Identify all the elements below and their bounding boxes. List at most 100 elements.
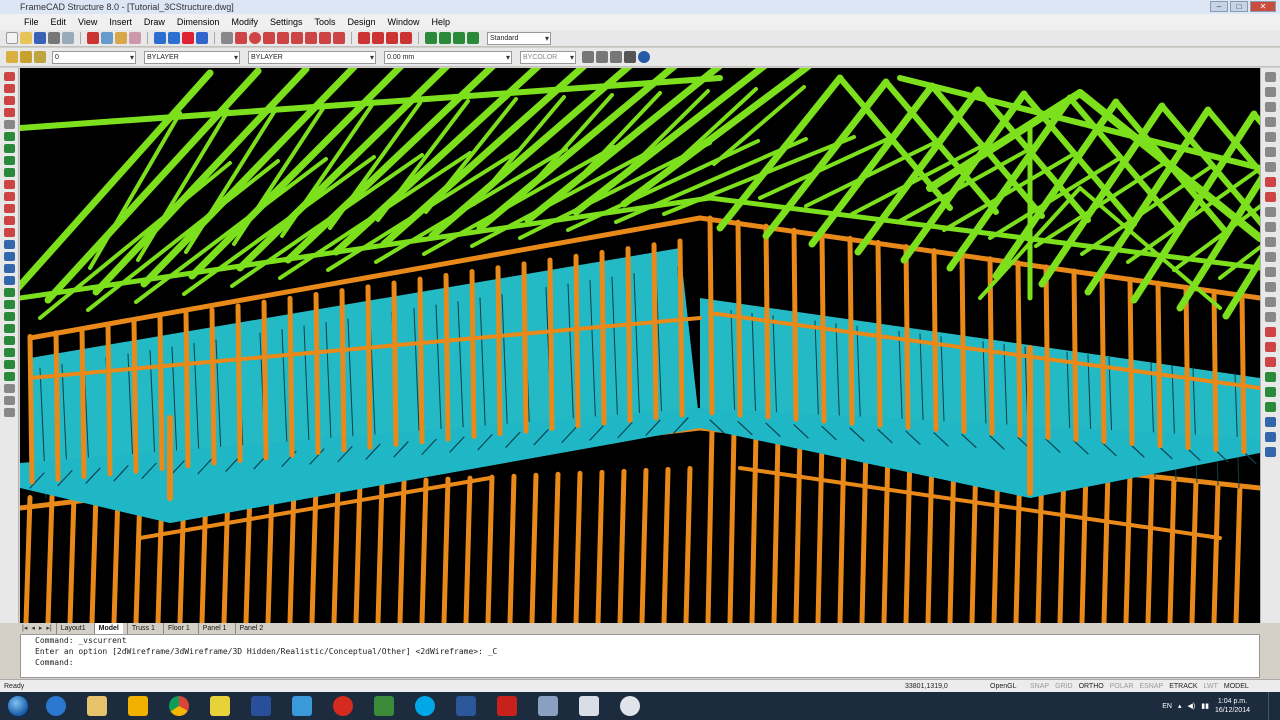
draw-polyline-icon[interactable] <box>3 84 15 93</box>
trim-icon[interactable] <box>358 32 370 44</box>
language-indicator[interactable]: EN <box>1162 703 1172 710</box>
menu-window[interactable]: Window <box>382 14 426 30</box>
block-create-icon[interactable] <box>1265 222 1276 232</box>
shade-icon[interactable] <box>624 51 636 63</box>
zoom-icon[interactable] <box>3 300 15 309</box>
tab-nav-last-icon[interactable]: ▸| <box>46 623 51 634</box>
table-icon[interactable] <box>1265 297 1276 307</box>
menu-design[interactable]: Design <box>342 14 382 30</box>
zoom-extents-icon[interactable] <box>3 336 15 345</box>
redo-icon[interactable] <box>168 32 180 44</box>
close-button[interactable]: ✕ <box>1250 1 1276 12</box>
linetype-combo[interactable]: BYLAYER <box>248 50 376 64</box>
show-desktop-button[interactable] <box>1268 692 1280 720</box>
tolerance-icon[interactable] <box>1265 162 1276 172</box>
dimension-diameter-icon[interactable] <box>1265 132 1276 142</box>
layer-state-icon[interactable] <box>20 51 32 63</box>
extend-icon[interactable] <box>372 32 384 44</box>
tray-up-arrow-icon[interactable]: ▴ <box>1178 702 1182 710</box>
minimize-button[interactable]: – <box>1210 1 1228 12</box>
view-front-icon[interactable] <box>3 360 15 369</box>
command-window[interactable]: Command: _vscurrent Enter an option [2dW… <box>20 634 1260 678</box>
layer-previous-icon[interactable] <box>34 51 46 63</box>
line-icon[interactable] <box>221 32 233 44</box>
new-file-icon[interactable] <box>6 32 18 44</box>
menu-settings[interactable]: Settings <box>264 14 309 30</box>
model-viewport[interactable] <box>20 68 1260 623</box>
materials-icon[interactable] <box>1265 432 1276 442</box>
region-icon[interactable] <box>1265 267 1276 277</box>
intersect-icon[interactable] <box>1265 402 1276 412</box>
taskbar-app[interactable] <box>78 693 116 719</box>
network-icon[interactable]: ▮▮ <box>1201 702 1209 710</box>
cut-icon[interactable] <box>87 32 99 44</box>
truss-tool-icon[interactable] <box>425 32 437 44</box>
ucs-icon[interactable] <box>1265 177 1276 187</box>
copy-icon[interactable] <box>101 32 113 44</box>
paste-icon[interactable] <box>115 32 127 44</box>
lights-icon[interactable] <box>1265 447 1276 457</box>
tab-model[interactable]: Model <box>93 623 123 634</box>
volume-icon[interactable]: ◀) <box>1188 702 1196 710</box>
open-folder-icon[interactable] <box>20 32 32 44</box>
design-tool-icon[interactable] <box>467 32 479 44</box>
rectangle-icon[interactable] <box>263 32 275 44</box>
viewport-icon[interactable] <box>610 51 622 63</box>
measure-icon[interactable] <box>3 396 15 405</box>
command-prompt[interactable]: Command: <box>35 657 1259 668</box>
properties-icon[interactable] <box>3 384 15 393</box>
taskbar-app[interactable] <box>611 693 649 719</box>
render-icon[interactable] <box>638 51 650 63</box>
dimension-linear-icon[interactable] <box>1265 72 1276 82</box>
panel-tool-icon[interactable] <box>439 32 451 44</box>
block-insert-icon[interactable] <box>1265 207 1276 217</box>
named-views-icon[interactable] <box>596 51 608 63</box>
taskbar-app[interactable] <box>365 693 403 719</box>
leader-icon[interactable] <box>1265 147 1276 157</box>
dimension-icon[interactable] <box>333 32 345 44</box>
menu-draw[interactable]: Draw <box>138 14 171 30</box>
plotstyle-combo[interactable]: BYCOLOR <box>520 50 576 64</box>
pan-view-icon[interactable] <box>3 312 15 321</box>
subtract-icon[interactable] <box>1265 387 1276 397</box>
explode-icon[interactable] <box>3 276 15 285</box>
taskbar-app[interactable] <box>529 693 567 719</box>
taskbar-app[interactable] <box>283 693 321 719</box>
color-combo[interactable]: BYLAYER <box>144 50 240 64</box>
maximize-button[interactable]: □ <box>1230 1 1248 12</box>
undo-icon[interactable] <box>154 32 166 44</box>
menu-modify[interactable]: Modify <box>225 14 264 30</box>
save-icon[interactable] <box>34 32 46 44</box>
taskbar-app[interactable] <box>201 693 239 719</box>
image-icon[interactable] <box>1265 252 1276 262</box>
layer-manager-icon[interactable] <box>6 51 18 63</box>
revolve-icon[interactable] <box>1265 357 1276 367</box>
arrow-icon[interactable] <box>182 32 194 44</box>
layer-combo[interactable]: 0 <box>52 50 136 64</box>
dimension-radius-icon[interactable] <box>1265 117 1276 127</box>
tab-floor-1[interactable]: Floor 1 <box>162 623 194 634</box>
start-button[interactable] <box>2 693 34 719</box>
menu-insert[interactable]: Insert <box>103 14 138 30</box>
move-icon[interactable] <box>3 192 15 201</box>
tab-nav-prev-icon[interactable]: ◂ <box>31 623 35 634</box>
pan-icon[interactable] <box>196 32 208 44</box>
taskbar-app[interactable] <box>488 693 526 719</box>
tab-nav-next-icon[interactable]: ▸ <box>39 623 43 634</box>
tab-panel-2[interactable]: Panel 2 <box>234 623 268 634</box>
field-icon[interactable] <box>1265 312 1276 322</box>
3d-face-icon[interactable] <box>1265 327 1276 337</box>
xref-icon[interactable] <box>1265 237 1276 247</box>
clock[interactable]: 1:04 p.m. 16/12/2014 <box>1215 697 1250 715</box>
tab-panel-1[interactable]: Panel 1 <box>197 623 231 634</box>
print-icon[interactable] <box>48 32 60 44</box>
match-properties-icon[interactable] <box>129 32 141 44</box>
render-settings-icon[interactable] <box>1265 417 1276 427</box>
taskbar-app[interactable] <box>447 693 485 719</box>
array-icon[interactable] <box>3 240 15 249</box>
draw-arc-icon[interactable] <box>3 96 15 105</box>
list-icon[interactable] <box>3 408 15 417</box>
menu-file[interactable]: File <box>18 14 45 30</box>
text-icon[interactable] <box>319 32 331 44</box>
polyline-icon[interactable] <box>235 32 247 44</box>
